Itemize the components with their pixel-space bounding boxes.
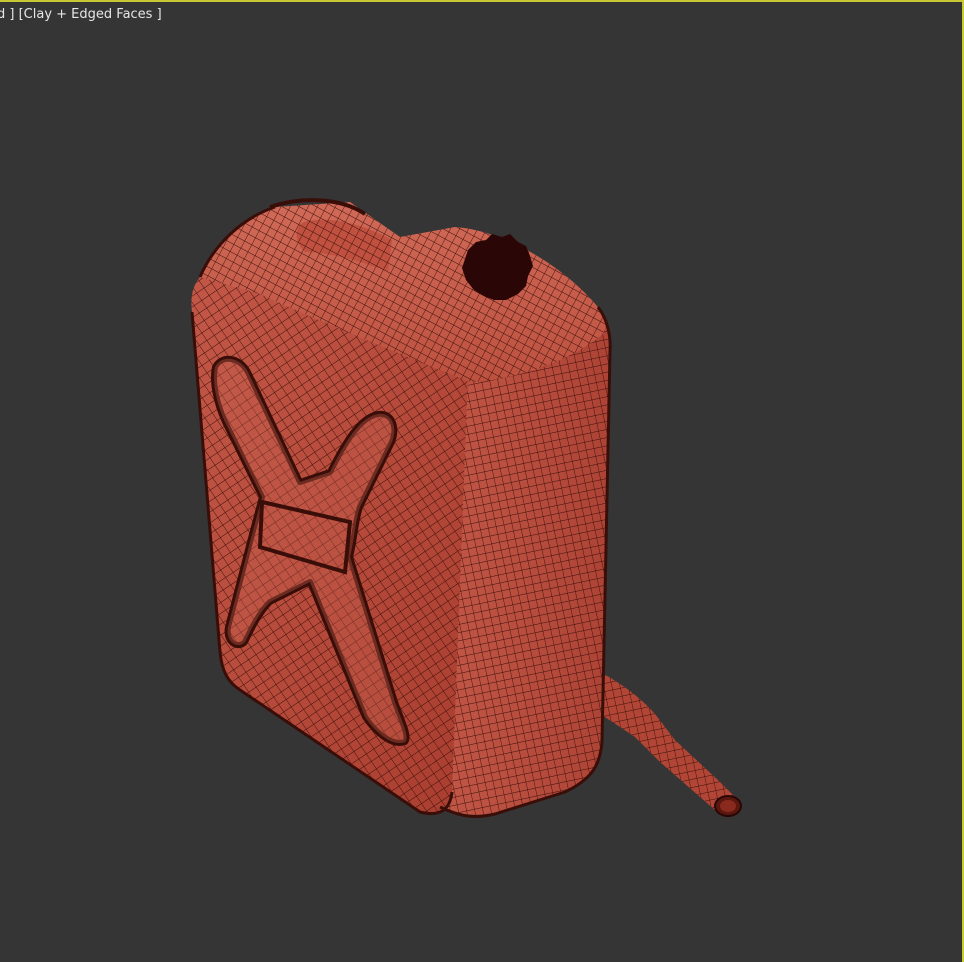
spout-hose[interactable] — [594, 670, 742, 817]
viewport-scene[interactable] — [0, 2, 964, 962]
viewport-perspective[interactable]: d ] [Clay + Edged Faces ] — [0, 0, 964, 962]
